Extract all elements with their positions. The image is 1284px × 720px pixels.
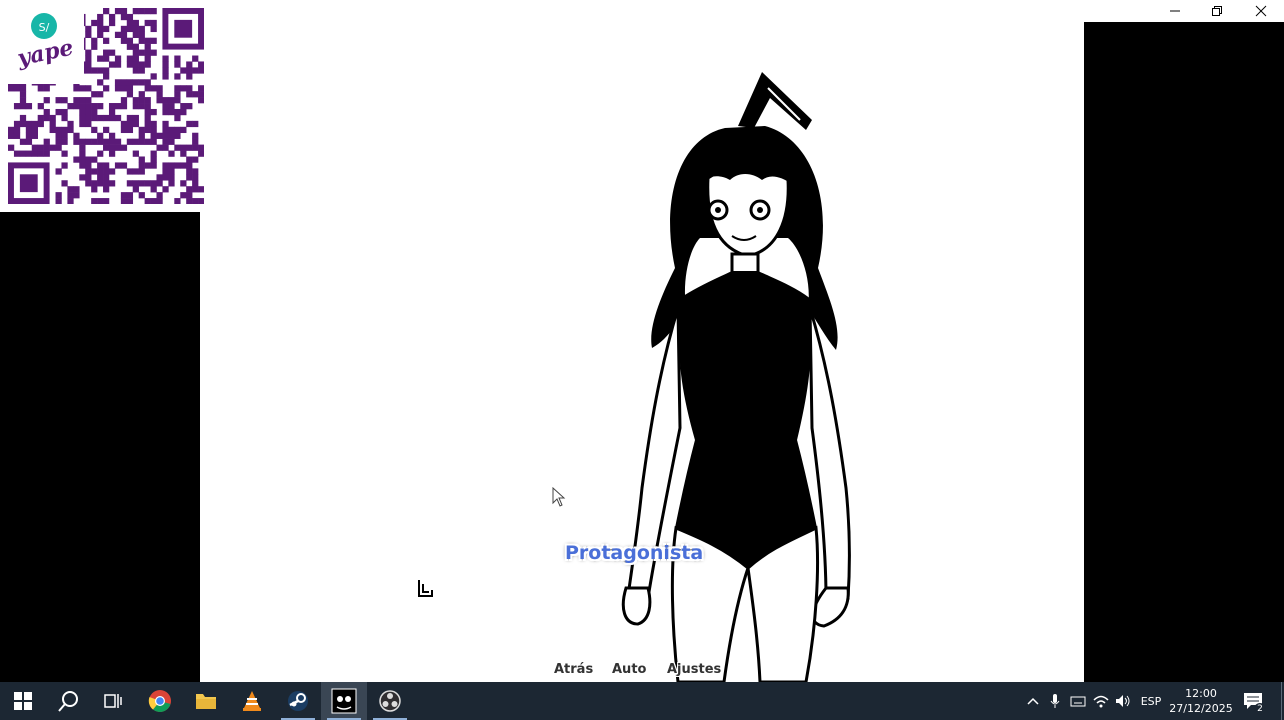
volume-icon: [1116, 695, 1130, 707]
microphone-icon: [1050, 694, 1060, 708]
quick-menu-auto-button[interactable]: Auto: [612, 662, 646, 677]
close-icon: [1255, 5, 1267, 17]
action-center-button[interactable]: [1238, 682, 1268, 720]
tray-network[interactable]: [1090, 682, 1112, 720]
character-sprite: [621, 72, 851, 682]
minimize-icon: [1170, 10, 1180, 12]
taskbar: ESP 12:00 27/12/2025 2: [0, 682, 1284, 720]
taskbar-game-app[interactable]: [321, 682, 367, 720]
mouse-cursor-icon: [552, 487, 566, 507]
taskbar-steam[interactable]: [275, 682, 321, 720]
tray-volume[interactable]: [1112, 682, 1134, 720]
taskbar-vlc[interactable]: [229, 682, 275, 720]
chevron-up-icon: [1027, 697, 1039, 705]
search-button[interactable]: [46, 682, 92, 720]
clock-time: 12:00: [1185, 687, 1217, 700]
taskbar-obs[interactable]: [367, 682, 413, 720]
tray-chevron[interactable]: [1022, 682, 1044, 720]
restore-button[interactable]: [1195, 0, 1239, 22]
text-cursor-icon: [418, 580, 433, 597]
taskbar-file-explorer[interactable]: [183, 682, 229, 720]
speaker-name: Protagonista: [565, 542, 704, 564]
tray-clock[interactable]: 12:00 27/12/2025: [1168, 686, 1234, 716]
obs-icon: [379, 690, 401, 712]
tray-microphone[interactable]: [1045, 682, 1065, 720]
show-desktop-button[interactable]: [1278, 682, 1284, 720]
windows-start-icon: [14, 692, 32, 710]
quick-menu-settings-button[interactable]: Ajustes: [667, 662, 721, 677]
minimize-button[interactable]: [1153, 0, 1197, 22]
qr-code-overlay: S/ yape: [0, 0, 212, 212]
restore-icon: [1212, 6, 1222, 16]
yape-badge: S/ yape: [8, 8, 84, 84]
quick-menu-back-button[interactable]: Atrás: [554, 662, 593, 677]
letterbox-left: [0, 212, 200, 682]
search-icon: [58, 691, 78, 712]
taskbar-chrome[interactable]: [137, 682, 183, 720]
tray-language[interactable]: ESP: [1136, 682, 1166, 720]
close-button[interactable]: [1239, 0, 1283, 22]
tray-keyboard[interactable]: [1067, 682, 1089, 720]
task-view-icon: [104, 694, 122, 708]
yape-currency: S/: [39, 21, 50, 34]
wifi-icon: [1093, 695, 1109, 708]
start-button[interactable]: [0, 682, 46, 720]
ime-icon: [1070, 696, 1086, 707]
steam-icon: [288, 691, 308, 711]
file-explorer-icon: [196, 694, 216, 709]
letterbox-right: [1084, 22, 1284, 682]
chrome-icon: [148, 690, 171, 712]
game-app-icon: [331, 688, 357, 714]
vlc-icon: [243, 691, 261, 711]
task-view-button[interactable]: [90, 682, 136, 720]
clock-date: 27/12/2025: [1169, 702, 1233, 715]
notification-badge: 2: [1254, 703, 1266, 715]
